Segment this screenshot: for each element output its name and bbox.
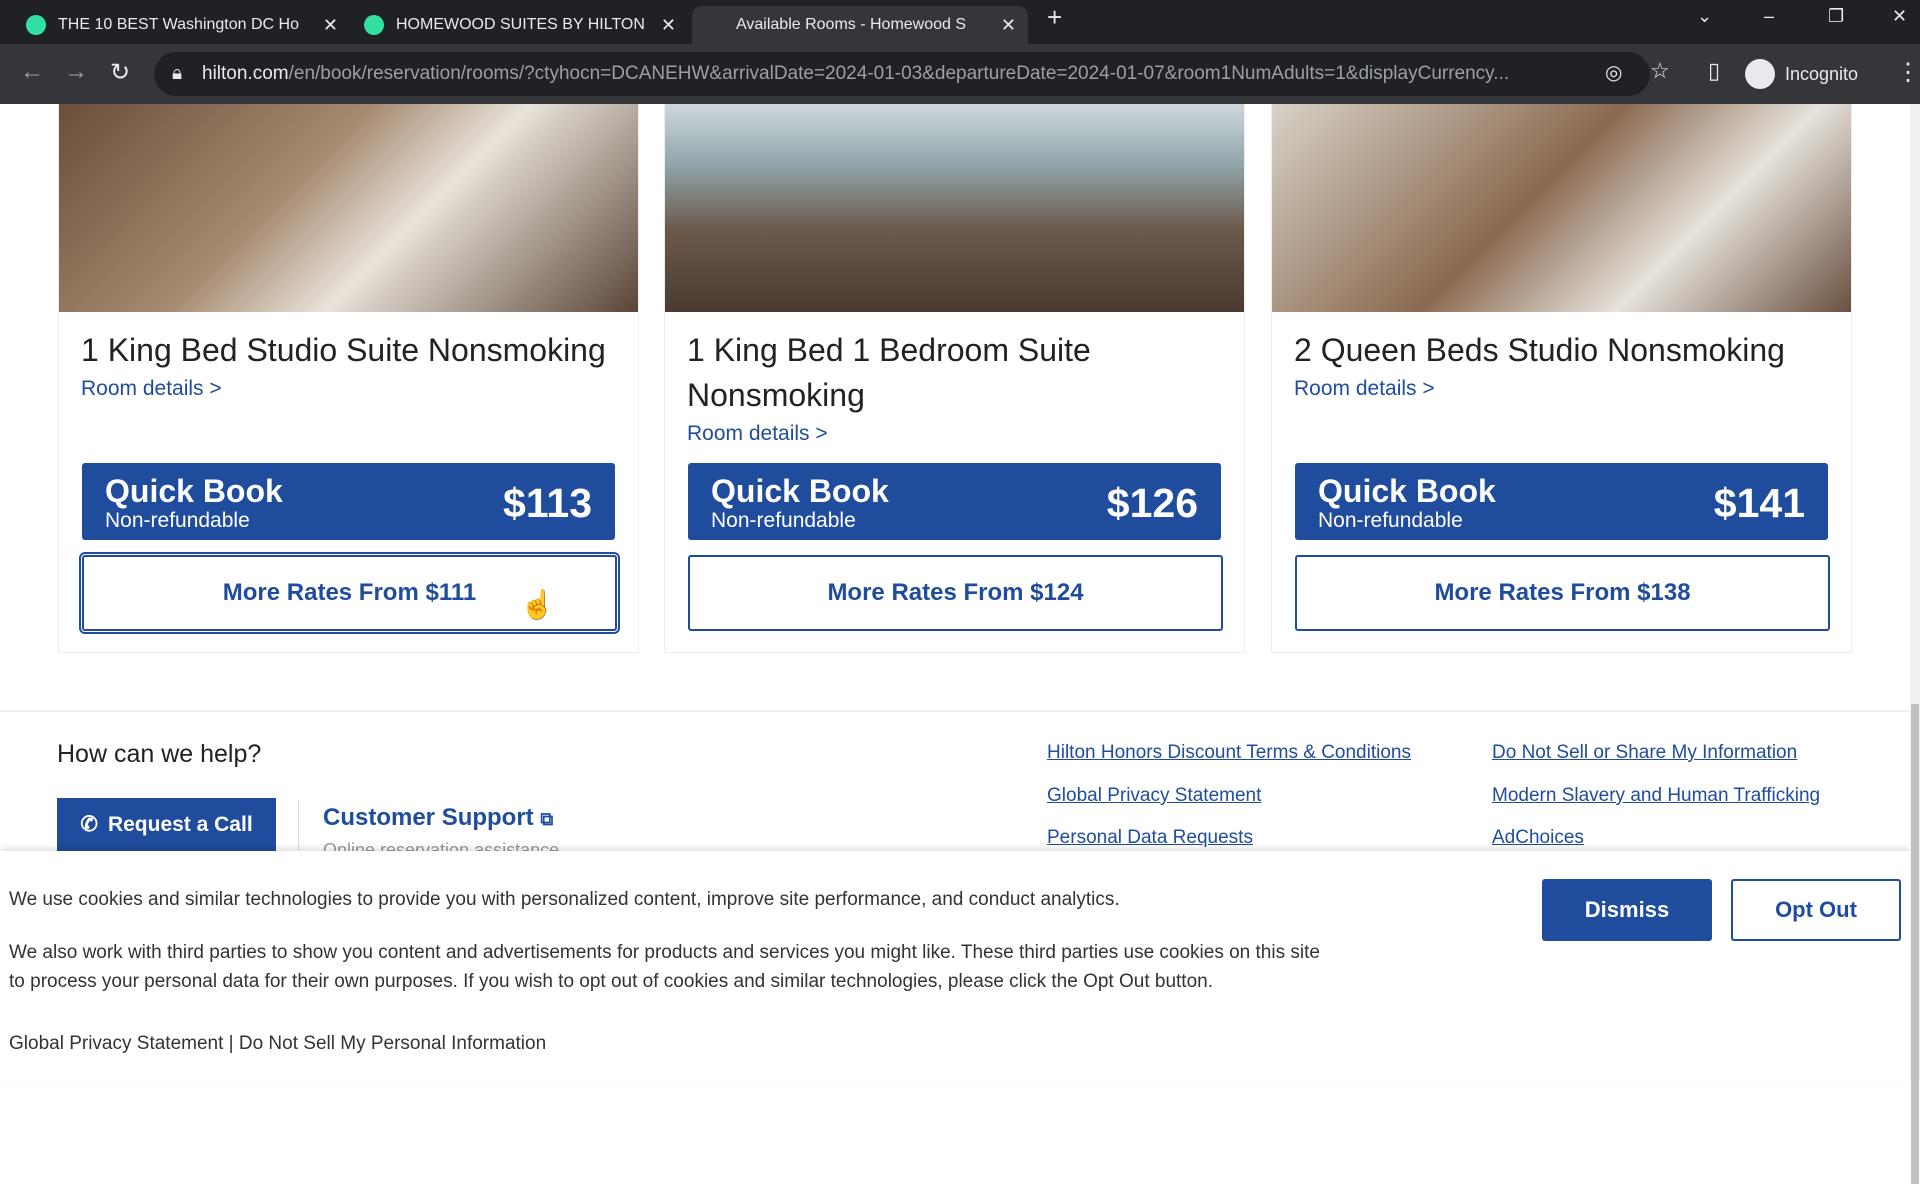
room-name: 2 Queen Beds Studio Nonsmoking — [1294, 332, 1785, 368]
cookie-text: We use cookies and similar technologies … — [9, 889, 1120, 910]
separator — [298, 800, 299, 850]
request-call-button[interactable]: ✆ Request a Call — [57, 798, 276, 851]
external-link-icon: ⧉ — [540, 809, 554, 829]
back-icon[interactable]: ← — [20, 58, 44, 86]
dismiss-button[interactable]: Dismiss — [1542, 879, 1712, 941]
price: $141 — [1713, 480, 1805, 526]
customer-support-link[interactable]: Customer Support ⧉ — [323, 804, 553, 832]
more-rates-button[interactable]: More Rates From $138 — [1295, 555, 1830, 631]
price: $113 — [503, 480, 592, 526]
cookie-banner: We use cookies and similar technologies … — [0, 851, 1910, 1080]
close-tab-icon[interactable]: ✕ — [1001, 15, 1016, 36]
room-photo[interactable] — [1272, 104, 1851, 312]
footer-link[interactable]: AdChoices — [1492, 827, 1584, 849]
room-photo[interactable] — [665, 104, 1244, 312]
room-name: 1 King Bed 1 Bedroom Suite Nonsmoking — [687, 332, 1091, 413]
room-card: 2 Queen Beds Studio Nonsmoking Room deta… — [1271, 104, 1852, 653]
help-heading: How can we help? — [57, 740, 262, 768]
opt-out-button[interactable]: Opt Out — [1731, 879, 1901, 941]
footer-link[interactable]: Personal Data Requests — [1047, 827, 1253, 849]
mouse-cursor-hand-icon: ☝ — [520, 589, 555, 620]
cookie-text: We also work with third parties to show … — [9, 942, 1320, 992]
footer-link[interactable]: Do Not Sell or Share My Information — [1492, 742, 1797, 764]
minimize-icon[interactable]: – — [1764, 6, 1774, 27]
address-bar-area: ← → ↻ 🔒︎ hilton.com/en/book/reservation/r… — [0, 44, 1920, 104]
quick-book-button[interactable]: Quick Book Non-refundable $126 — [688, 463, 1221, 540]
quick-book-button[interactable]: Quick Book Non-refundable $141 — [1295, 463, 1828, 540]
restore-icon[interactable]: ❐ — [1828, 6, 1844, 27]
menu-icon[interactable]: ⋮ — [1896, 58, 1920, 87]
incognito-profile[interactable]: Incognito — [1745, 52, 1858, 96]
room-details-link[interactable]: Room details > — [687, 422, 1222, 446]
cookie-policy-links[interactable]: Global Privacy Statement | Do Not Sell M… — [9, 1029, 546, 1058]
incognito-icon — [1745, 59, 1775, 89]
footer-link[interactable]: Hilton Honors Discount Terms & Condition… — [1047, 742, 1411, 764]
scrollbar-thumb[interactable] — [1911, 704, 1919, 1184]
room-card: 1 King Bed Studio Suite Nonsmoking Room … — [58, 104, 639, 653]
side-panel-icon[interactable]: ▯ — [1708, 58, 1720, 84]
close-tab-icon[interactable]: ✕ — [323, 15, 338, 36]
more-rates-button[interactable]: More Rates From $124 — [688, 555, 1223, 631]
lock-icon: 🔒︎ — [172, 63, 183, 84]
room-details-link[interactable]: Room details > — [81, 377, 616, 401]
room-details-link[interactable]: Room details > — [1294, 377, 1829, 401]
reload-icon[interactable]: ↻ — [110, 58, 130, 87]
tab-tripadvisor-best[interactable]: THE 10 BEST Washington DC Ho ✕ — [14, 6, 350, 44]
room-card: 1 King Bed 1 Bedroom Suite Nonsmoking Ro… — [664, 104, 1245, 653]
close-window-icon[interactable]: ✕ — [1892, 6, 1907, 27]
tab-tripadvisor-homewood[interactable]: HOMEWOOD SUITES BY HILTON ✕ — [352, 6, 688, 44]
quick-book-button[interactable]: Quick Book Non-refundable $113 — [82, 463, 615, 540]
tripadvisor-icon — [364, 15, 384, 35]
forward-icon[interactable]: → — [64, 58, 88, 86]
price: $126 — [1106, 480, 1198, 526]
tab-available-rooms[interactable]: Available Rooms - Homewood S ✕ — [692, 6, 1028, 44]
footer-link[interactable]: Global Privacy Statement — [1047, 785, 1261, 807]
bookmark-star-icon[interactable]: ☆ — [1650, 58, 1670, 84]
tab-search-icon[interactable]: ⌄ — [1697, 6, 1712, 27]
tracking-eye-off-icon[interactable]: ◎ — [1605, 60, 1622, 85]
new-tab-icon[interactable]: + — [1047, 2, 1062, 33]
room-name: 1 King Bed Studio Suite Nonsmoking — [81, 332, 606, 368]
close-tab-icon[interactable]: ✕ — [661, 15, 676, 36]
scrollbar[interactable] — [1910, 104, 1920, 1184]
phone-icon: ✆ — [80, 813, 98, 836]
footer-link[interactable]: Modern Slavery and Human Trafficking — [1492, 785, 1820, 807]
url-input[interactable]: 🔒︎ hilton.com/en/book/reservation/rooms/?… — [154, 52, 1650, 96]
footer-divider — [0, 710, 1910, 712]
tripadvisor-icon — [26, 15, 46, 35]
hilton-icon — [704, 15, 724, 35]
tab-bar: THE 10 BEST Washington DC Ho ✕ HOMEWOOD S… — [0, 0, 1920, 44]
room-photo[interactable] — [59, 104, 638, 312]
